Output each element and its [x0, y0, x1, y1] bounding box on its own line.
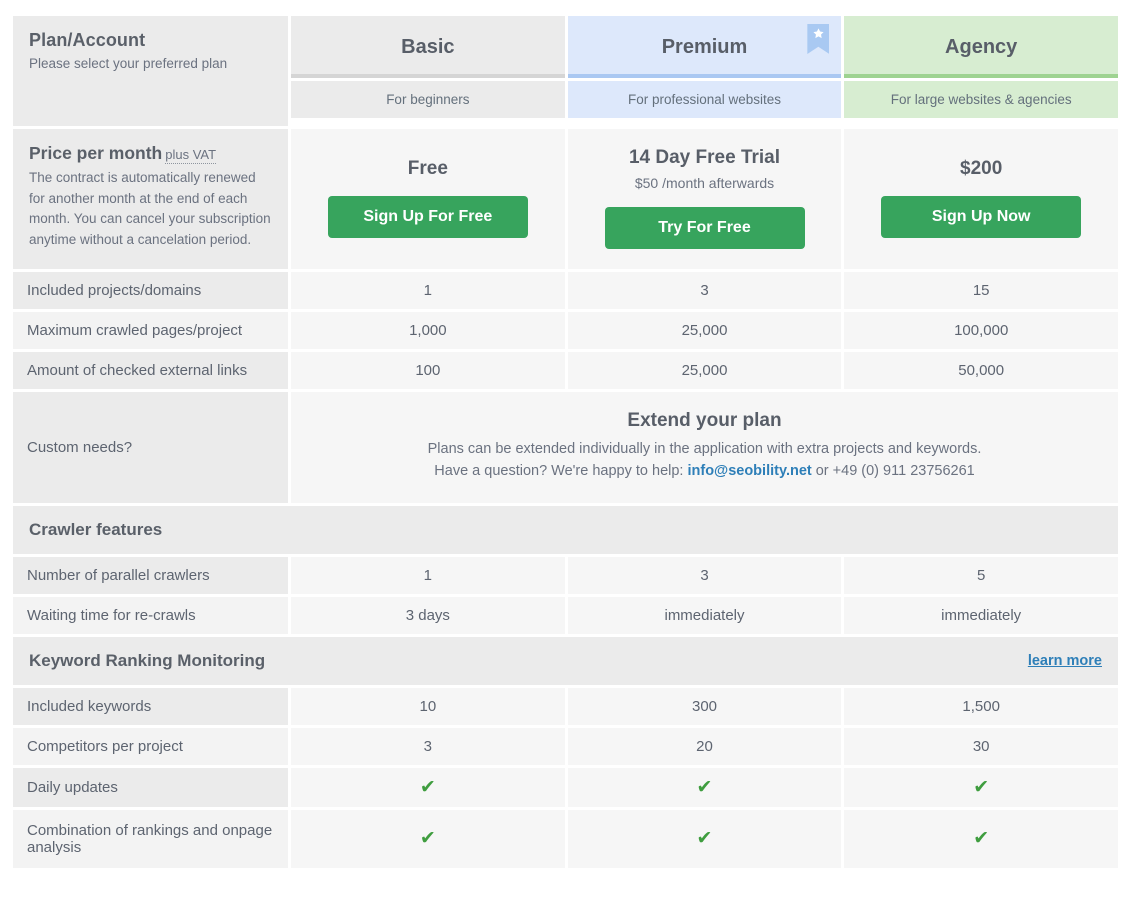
- table-row: Competitors per project 3 20 30: [13, 727, 1119, 765]
- check-icon: ✔: [567, 767, 842, 807]
- row-label: Included projects/domains: [13, 272, 288, 309]
- price-cell-agency: $200 Sign Up Now: [844, 129, 1119, 269]
- row-value-agency: 50,000: [844, 352, 1119, 389]
- price-headline-premium: 14 Day Free Trial: [628, 147, 781, 168]
- row-value-agency: 100,000: [844, 312, 1119, 349]
- check-icon: ✔: [844, 767, 1119, 807]
- section-header-crawler: Crawler features: [13, 505, 1118, 554]
- price-cell-basic: Free Sign Up For Free: [291, 129, 565, 269]
- price-note-premium: $50 /month afterwards: [634, 175, 775, 191]
- row-value-basic: 1: [291, 556, 565, 594]
- section-header-keyword: Keyword Ranking Monitoring learn more: [13, 636, 1118, 685]
- price-headline-agency: $200: [960, 158, 1003, 179]
- row-value-agency: 15: [844, 272, 1119, 309]
- custom-needs-label: Custom needs?: [13, 392, 288, 503]
- section-title: Crawler features: [29, 519, 163, 539]
- plan-column-premium[interactable]: Premium For professional websites: [567, 16, 842, 118]
- contact-prefix: Have a question? We're happy to help:: [434, 463, 688, 480]
- row-value-basic: 3 days: [291, 596, 565, 634]
- try-for-free-button[interactable]: Try For Free: [604, 207, 805, 249]
- table-row: Number of parallel crawlers 1 3 5: [13, 556, 1119, 594]
- row-label: Maximum crawled pages/project: [13, 312, 288, 349]
- plan-underline-premium: [567, 74, 842, 78]
- vat-note[interactable]: plus VAT: [165, 147, 217, 164]
- row-value-basic: 1: [291, 272, 565, 309]
- extend-plan-line1: Plans can be extended individually in th…: [427, 441, 982, 457]
- row-label: Included keywords: [13, 687, 288, 725]
- check-icon: ✔: [844, 809, 1119, 868]
- row-label: Waiting time for re-crawls: [13, 596, 288, 634]
- sign-up-now-button[interactable]: Sign Up Now: [881, 196, 1082, 238]
- row-value-agency: 1,500: [844, 687, 1119, 725]
- row-value-premium: 25,000: [567, 312, 842, 349]
- crawler-feature-rows: Number of parallel crawlers 1 3 5 Waitin…: [13, 556, 1119, 634]
- row-label: Number of parallel crawlers: [13, 556, 288, 594]
- row-value-premium: 3: [567, 272, 842, 309]
- page-subtitle: Please select your preferred plan: [29, 56, 228, 71]
- plan-title-premium: Premium: [567, 16, 842, 78]
- table-row: Daily updates ✔ ✔ ✔: [13, 767, 1119, 807]
- price-description: The contract is automatically renewed fo…: [29, 170, 271, 247]
- contact-suffix: or +49 (0) 911 23756261: [811, 463, 975, 480]
- section-title: Keyword Ranking Monitoring: [29, 650, 266, 670]
- keyword-feature-rows: Included keywords 10 300 1,500 Competito…: [13, 687, 1119, 868]
- row-value-agency: 5: [844, 556, 1119, 594]
- support-email-link[interactable]: info@seobility.net: [687, 463, 811, 479]
- sign-up-for-free-button[interactable]: Sign Up For Free: [327, 196, 528, 238]
- plan-name-basic: Basic: [401, 36, 455, 58]
- row-value-premium: 3: [567, 556, 842, 594]
- plan-account-cell: Plan/Account Please select your preferre…: [13, 16, 288, 126]
- row-value-basic: 1,000: [291, 312, 565, 349]
- row-value-agency: immediately: [844, 596, 1119, 634]
- check-icon: ✔: [291, 809, 565, 868]
- row-label: Competitors per project: [13, 727, 288, 765]
- price-title: Price per month: [29, 143, 163, 163]
- table-row: Maximum crawled pages/project 1,000 25,0…: [13, 312, 1119, 349]
- price-row: Price per month plus VAT The contract is …: [13, 129, 1119, 269]
- plan-column-basic[interactable]: Basic For beginners: [291, 16, 565, 118]
- extend-plan-line2: Have a question? We're happy to help: in…: [301, 460, 1108, 482]
- plan-tagline-agency: For large websites & agencies: [844, 81, 1119, 118]
- plan-name-agency: Agency: [945, 36, 1018, 58]
- row-value-premium: 25,000: [567, 352, 842, 389]
- row-label: Amount of checked external links: [13, 352, 288, 389]
- table-row: Included keywords 10 300 1,500: [13, 687, 1119, 725]
- table-row: Combination of rankings and onpage analy…: [13, 809, 1119, 868]
- plan-header-row: Plan/Account Please select your preferre…: [13, 16, 1119, 126]
- row-value-basic: 3: [291, 727, 565, 765]
- row-label: Combination of rankings and onpage analy…: [13, 809, 288, 868]
- row-value-basic: 10: [291, 687, 565, 725]
- price-cell-premium: 14 Day Free Trial $50 /month afterwards …: [567, 129, 842, 269]
- extend-plan-cell: Extend your plan Plans can be extended i…: [291, 392, 1118, 503]
- row-label: Daily updates: [13, 767, 288, 807]
- plan-underline-basic: [291, 74, 565, 78]
- plan-tagline-basic: For beginners: [291, 81, 565, 118]
- plan-underline-agency: [844, 74, 1119, 78]
- plan-column-agency[interactable]: Agency For large websites & agencies: [844, 16, 1119, 118]
- table-row: Amount of checked external links 100 25,…: [13, 352, 1119, 389]
- plan-title-agency: Agency: [844, 16, 1119, 78]
- learn-more-link[interactable]: learn more: [1028, 653, 1102, 669]
- row-value-premium: 300: [567, 687, 842, 725]
- check-icon: ✔: [291, 767, 565, 807]
- table-row: Waiting time for re-crawls 3 days immedi…: [13, 596, 1119, 634]
- custom-needs-row: Custom needs? Extend your plan Plans can…: [13, 392, 1118, 503]
- row-value-basic: 100: [291, 352, 565, 389]
- price-headline-basic: Free: [407, 158, 448, 179]
- page-title: Plan/Account: [29, 30, 146, 50]
- row-value-premium: 20: [567, 727, 842, 765]
- row-value-agency: 30: [844, 727, 1119, 765]
- pricing-table: Plan/Account Please select your preferre…: [0, 0, 1140, 868]
- plan-tagline-premium: For professional websites: [567, 81, 842, 118]
- core-feature-rows: Included projects/domains 1 3 15 Maximum…: [13, 272, 1119, 389]
- extend-plan-title: Extend your plan: [627, 410, 782, 431]
- check-icon: ✔: [567, 809, 842, 868]
- row-value-premium: immediately: [567, 596, 842, 634]
- plan-name-premium: Premium: [661, 36, 748, 58]
- plan-title-basic: Basic: [291, 16, 565, 78]
- table-row: Included projects/domains 1 3 15: [13, 272, 1119, 309]
- price-description-cell: Price per month plus VAT The contract is …: [13, 129, 288, 269]
